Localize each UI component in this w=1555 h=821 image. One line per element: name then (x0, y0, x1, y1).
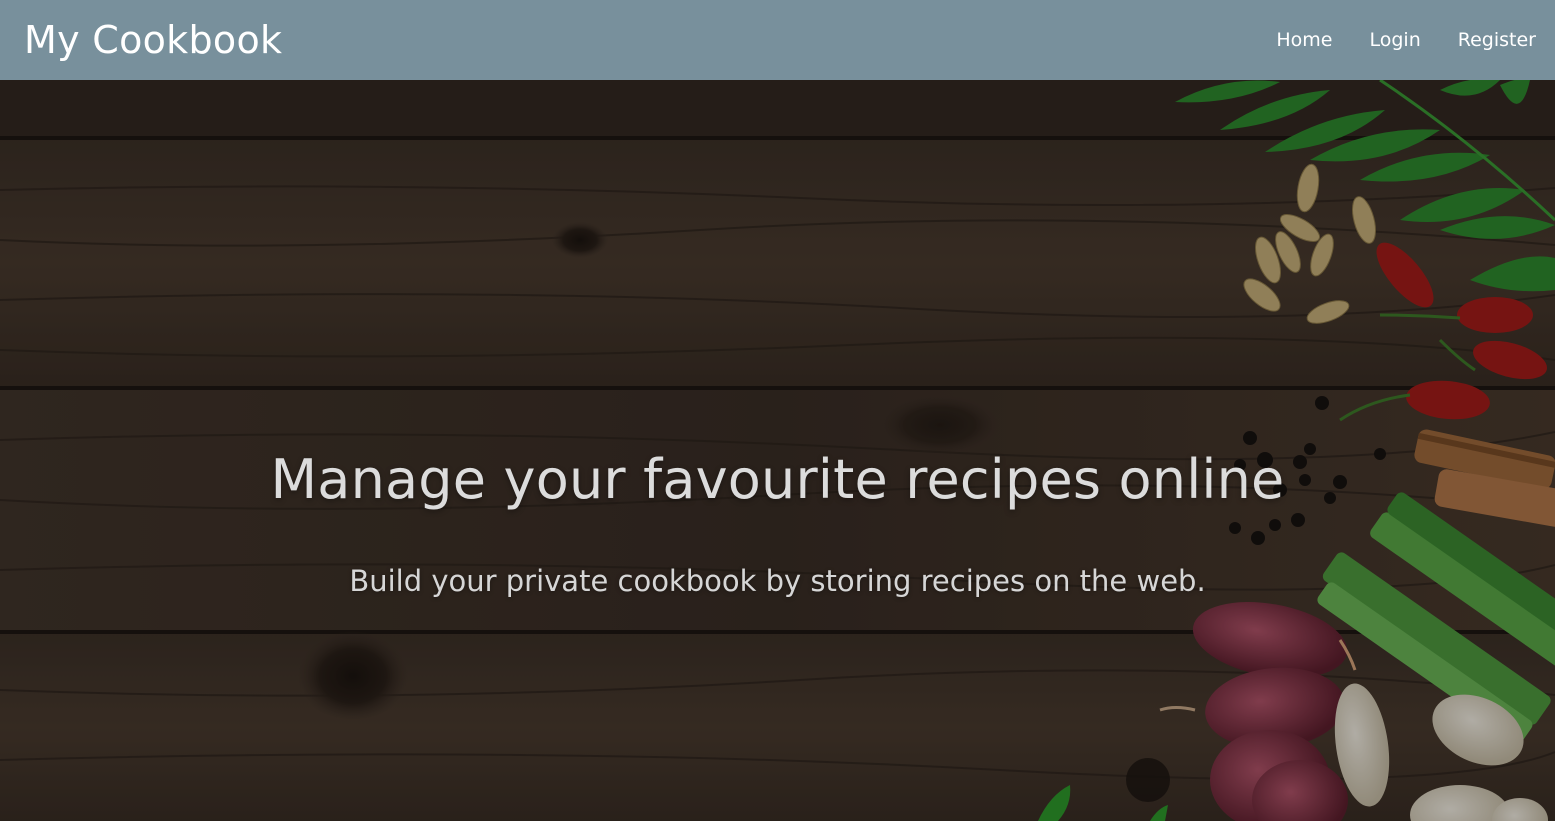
hero-section: Manage your favourite recipes online Bui… (0, 80, 1555, 821)
nav-links: Home Login Register (1258, 30, 1536, 50)
nav-login-link[interactable]: Login (1351, 30, 1439, 50)
brand-logo-link[interactable]: My Cookbook (24, 21, 282, 59)
hero-title: Manage your favourite recipes online (270, 448, 1285, 511)
page: My Cookbook Home Login Register Manage y… (0, 0, 1555, 821)
navbar: My Cookbook Home Login Register (0, 0, 1555, 80)
nav-home-link[interactable]: Home (1258, 30, 1351, 50)
nav-register-link[interactable]: Register (1439, 30, 1536, 50)
hero-subtitle: Build your private cookbook by storing r… (349, 564, 1206, 598)
